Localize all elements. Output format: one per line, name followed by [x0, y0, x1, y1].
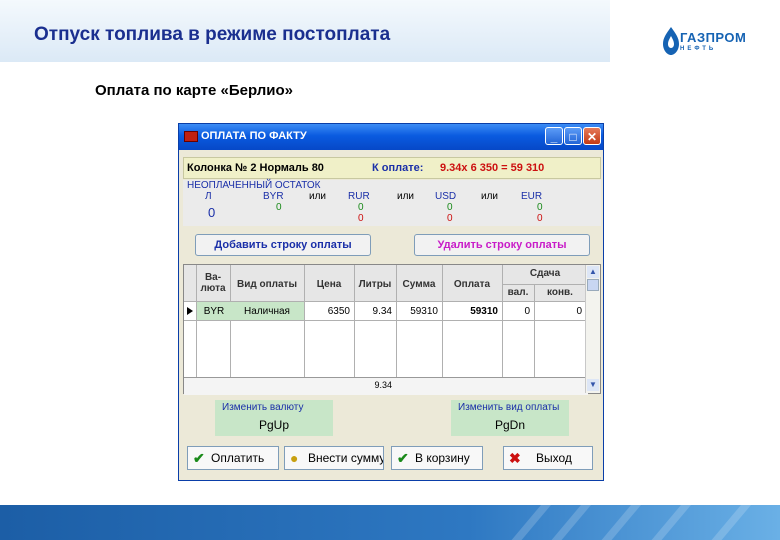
- unpaid-label: НЕОПЛАЧЕННЫЙ ОСТАТОК: [187, 180, 321, 191]
- table-scrollbar[interactable]: ▲ ▼: [585, 265, 600, 393]
- liters-value: 0: [208, 205, 216, 220]
- eur-value-1: 0: [537, 202, 543, 213]
- add-payment-row-button[interactable]: Добавить строку оплаты: [195, 234, 371, 256]
- col-header-currency: Ва- люта: [196, 272, 230, 294]
- col-header-currency-line1: Ва-: [204, 272, 222, 283]
- exit-button-label: Выход: [536, 451, 572, 465]
- checkmark-icon: ✔: [397, 450, 409, 466]
- to-cart-button-label: В корзину: [415, 451, 470, 465]
- app-icon: [184, 131, 198, 142]
- usd-value-2: 0: [447, 213, 453, 224]
- cross-icon: ✖: [509, 450, 521, 466]
- delete-payment-row-button[interactable]: Удалить строку оплаты: [414, 234, 590, 256]
- window-title: ОПЛАТА ПО ФАКТУ: [201, 130, 307, 142]
- col-header-payment-type: Вид оплаты: [237, 279, 297, 290]
- row-pointer-icon: [187, 307, 193, 315]
- or-label-1: или: [309, 191, 327, 202]
- pay-button-label: Оплатить: [211, 451, 265, 465]
- slide-subtitle: Оплата по карте «Берлио»: [95, 82, 294, 99]
- column-info: Колонка № 2 Нормаль 80: [187, 162, 324, 174]
- close-button[interactable]: ✕: [583, 127, 601, 145]
- col-header-change-val: вал.: [507, 287, 529, 298]
- col-header-sum: Сумма: [402, 279, 436, 290]
- to-pay-label: К оплате:: [372, 162, 424, 174]
- cell-payment[interactable]: 59310: [442, 306, 498, 317]
- to-cart-button[interactable]: ✔ В корзину: [391, 446, 483, 470]
- col-header-change: Сдача: [529, 268, 561, 279]
- liters-label: Л: [205, 191, 212, 202]
- window-titlebar[interactable]: ОПЛАТА ПО ФАКТУ _ □ ✕: [179, 124, 603, 150]
- eur-value-2: 0: [537, 213, 543, 224]
- cell-change-val: 0: [524, 306, 530, 317]
- scroll-up-icon[interactable]: ▲: [587, 266, 599, 278]
- col-header-price: Цена: [316, 279, 342, 290]
- scroll-thumb[interactable]: [587, 279, 599, 291]
- usd-value-1: 0: [447, 202, 453, 213]
- slide-title: Отпуск топлива в режиме постоплата: [34, 24, 391, 45]
- cell-price: 6350: [327, 306, 350, 317]
- cell-change-conv: 0: [576, 306, 582, 317]
- exit-button[interactable]: ✖ Выход: [503, 446, 593, 470]
- unpaid-balance-panel: НЕОПЛАЧЕННЫЙ ОСТАТОК Л 0 BYR 0 или RUR 0…: [183, 180, 601, 226]
- usd-label: USD: [435, 191, 457, 202]
- change-payment-type-label: Изменить вид оплаты: [458, 402, 560, 413]
- cell-payment-type: Наличная: [244, 306, 290, 317]
- cell-liters: 9.34: [372, 306, 392, 317]
- pay-button[interactable]: ✔ Оплатить: [187, 446, 279, 470]
- flame-icon: [663, 27, 679, 55]
- rur-value-1: 0: [358, 202, 364, 213]
- cell-sum: 59310: [410, 306, 438, 317]
- payment-dialog: ОПЛАТА ПО ФАКТУ _ □ ✕ Колонка № 2 Нормал…: [178, 123, 604, 481]
- checkmark-icon: ✔: [193, 450, 205, 466]
- byr-value: 0: [276, 202, 282, 213]
- change-currency-key: PgUp: [258, 418, 290, 432]
- payment-table: Ва- люта Вид оплаты Цена Литры Сумма Опл…: [183, 264, 601, 395]
- total-liters: 9.34: [374, 380, 392, 390]
- logo-brand: ГАЗПРОМ: [680, 30, 747, 45]
- byr-label: BYR: [263, 191, 284, 202]
- change-currency-label: Изменить валюту: [222, 402, 304, 413]
- row-selector[interactable]: [184, 302, 196, 320]
- scroll-down-icon[interactable]: ▼: [587, 379, 599, 391]
- coins-icon: ●: [290, 450, 299, 466]
- slide-footer: [0, 505, 780, 540]
- rur-label: RUR: [348, 191, 370, 202]
- or-label-3: или: [481, 191, 499, 202]
- rur-value-2: 0: [358, 213, 364, 224]
- enter-sum-button-label: Внести сумму: [308, 451, 384, 465]
- maximize-button[interactable]: □: [564, 127, 582, 145]
- cell-currency: BYR: [203, 306, 225, 317]
- info-bar: Колонка № 2 Нормаль 80 К оплате: 9.34x 6…: [183, 157, 601, 179]
- col-header-change-conv: конв.: [547, 287, 573, 298]
- eur-label: EUR: [521, 191, 543, 202]
- enter-sum-button[interactable]: ● Внести сумму: [284, 446, 384, 470]
- logo-subtext: НЕФТЬ: [680, 46, 717, 52]
- change-currency-box[interactable]: Изменить валюту PgUp: [215, 400, 333, 436]
- minimize-button[interactable]: _: [545, 127, 563, 145]
- col-header-currency-line2: люта: [200, 283, 226, 294]
- col-header-payment: Оплата: [453, 279, 491, 290]
- or-label-2: или: [397, 191, 415, 202]
- change-payment-type-key: PgDn: [494, 418, 526, 432]
- col-header-liters: Литры: [358, 279, 392, 290]
- change-payment-type-box[interactable]: Изменить вид оплаты PgDn: [451, 400, 569, 436]
- to-pay-calculation: 9.34x 6 350 = 59 310: [440, 162, 545, 174]
- gazprom-neft-logo: ГАЗПРОМ НЕФТЬ: [660, 24, 746, 58]
